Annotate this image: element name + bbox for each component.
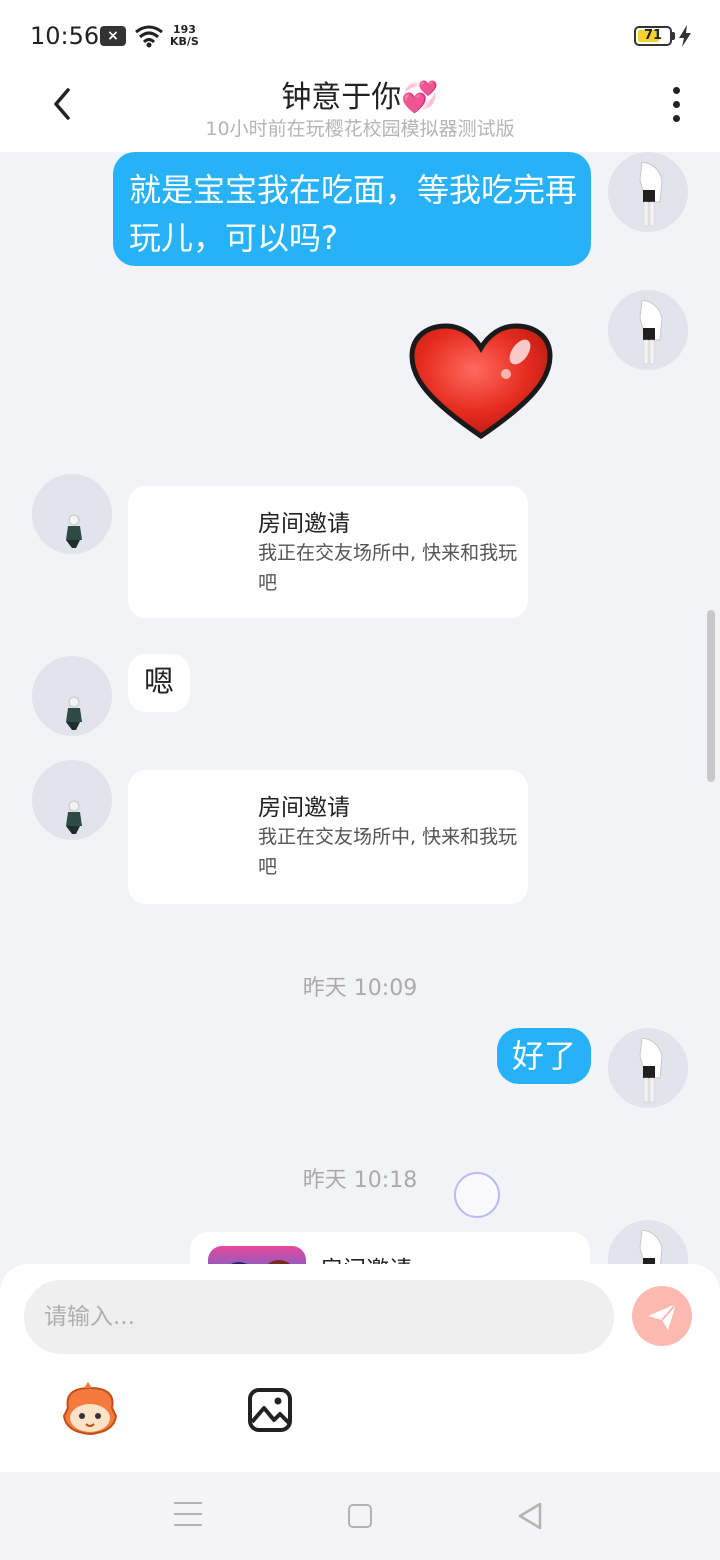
- status-time: 10:56: [30, 22, 100, 50]
- battery-tip: [672, 32, 675, 40]
- wifi-icon: [135, 25, 163, 48]
- message-bubble-sent[interactable]: 就是宝宝我在吃面，等我吃完再玩儿，可以吗?: [113, 152, 591, 266]
- avatar-friend[interactable]: [32, 656, 112, 736]
- chat-title: 钟意于你💞: [281, 80, 439, 115]
- message-bubble-received[interactable]: 嗯: [128, 654, 190, 712]
- timestamp-divider: 昨天 10:18: [302, 1168, 418, 1193]
- room-invite-card[interactable]: 房间邀请 我正在交友场所中, 快来和我玩吧: [128, 486, 528, 618]
- more-vertical-icon[interactable]: [662, 84, 690, 124]
- status-bar: 10:56 × 193 KB/S 71: [0, 0, 720, 72]
- game-thumbnail: [208, 1246, 306, 1264]
- character-figure: [66, 800, 82, 834]
- avatar-self[interactable]: [608, 1028, 688, 1108]
- invite-description: 我正在交友场所中, 快来和我玩吧: [258, 542, 518, 594]
- send-icon: [648, 1303, 677, 1330]
- invite-title: 房间邀请: [320, 1250, 412, 1264]
- invite-title: 房间邀请: [258, 511, 350, 537]
- character-figure: [639, 1038, 663, 1103]
- character-figure: [66, 514, 82, 548]
- room-invite-card[interactable]: 房间邀请: [190, 1232, 590, 1264]
- recent-apps-button[interactable]: [174, 1502, 202, 1530]
- avatar-friend[interactable]: [32, 474, 112, 554]
- character-figure: [639, 300, 663, 365]
- home-button[interactable]: [348, 1504, 372, 1528]
- loading-indicator: [454, 1172, 500, 1218]
- avatar-self[interactable]: [608, 290, 688, 370]
- message-bubble-sent[interactable]: 好了: [497, 1028, 591, 1084]
- system-nav-bar: [0, 1472, 720, 1560]
- emoji-face-icon[interactable]: [60, 1382, 120, 1438]
- timestamp-divider: 昨天 10:09: [302, 976, 418, 1001]
- message-list[interactable]: 就是宝宝我在吃面，等我吃完再玩儿，可以吗? 房间邀请 我正在交友场所中, 快来和…: [0, 152, 720, 1264]
- input-panel: [0, 1264, 720, 1472]
- charging-bolt-icon: [679, 25, 691, 47]
- invite-description: 我正在交友场所中, 快来和我玩吧: [258, 826, 518, 878]
- heart-sticker[interactable]: [408, 322, 554, 442]
- back-triangle-icon[interactable]: [516, 1502, 544, 1530]
- character-figure: [639, 1230, 663, 1264]
- image-icon[interactable]: [246, 1386, 294, 1434]
- battery-icon: 71: [634, 26, 672, 46]
- network-speed: 193 KB/S: [170, 24, 199, 48]
- character-figure: [66, 696, 82, 730]
- send-button[interactable]: [632, 1286, 692, 1346]
- chat-subtitle: 10小时前在玩樱花校园模拟器测试版: [205, 118, 515, 140]
- message-input[interactable]: [24, 1280, 614, 1354]
- network-speed-unit: KB/S: [170, 35, 199, 48]
- avatar-self[interactable]: [608, 1220, 688, 1264]
- notification-icon: ×: [100, 26, 126, 46]
- chat-header: 钟意于你💞 10小时前在玩樱花校园模拟器测试版: [0, 72, 720, 152]
- scrollbar-thumb[interactable]: [707, 610, 715, 782]
- avatar-friend[interactable]: [32, 760, 112, 840]
- character-figure: [639, 162, 663, 227]
- room-invite-card[interactable]: 房间邀请 我正在交友场所中, 快来和我玩吧: [128, 770, 528, 904]
- invite-title: 房间邀请: [258, 795, 350, 821]
- battery-level: 71: [643, 28, 663, 43]
- avatar-self[interactable]: [608, 152, 688, 232]
